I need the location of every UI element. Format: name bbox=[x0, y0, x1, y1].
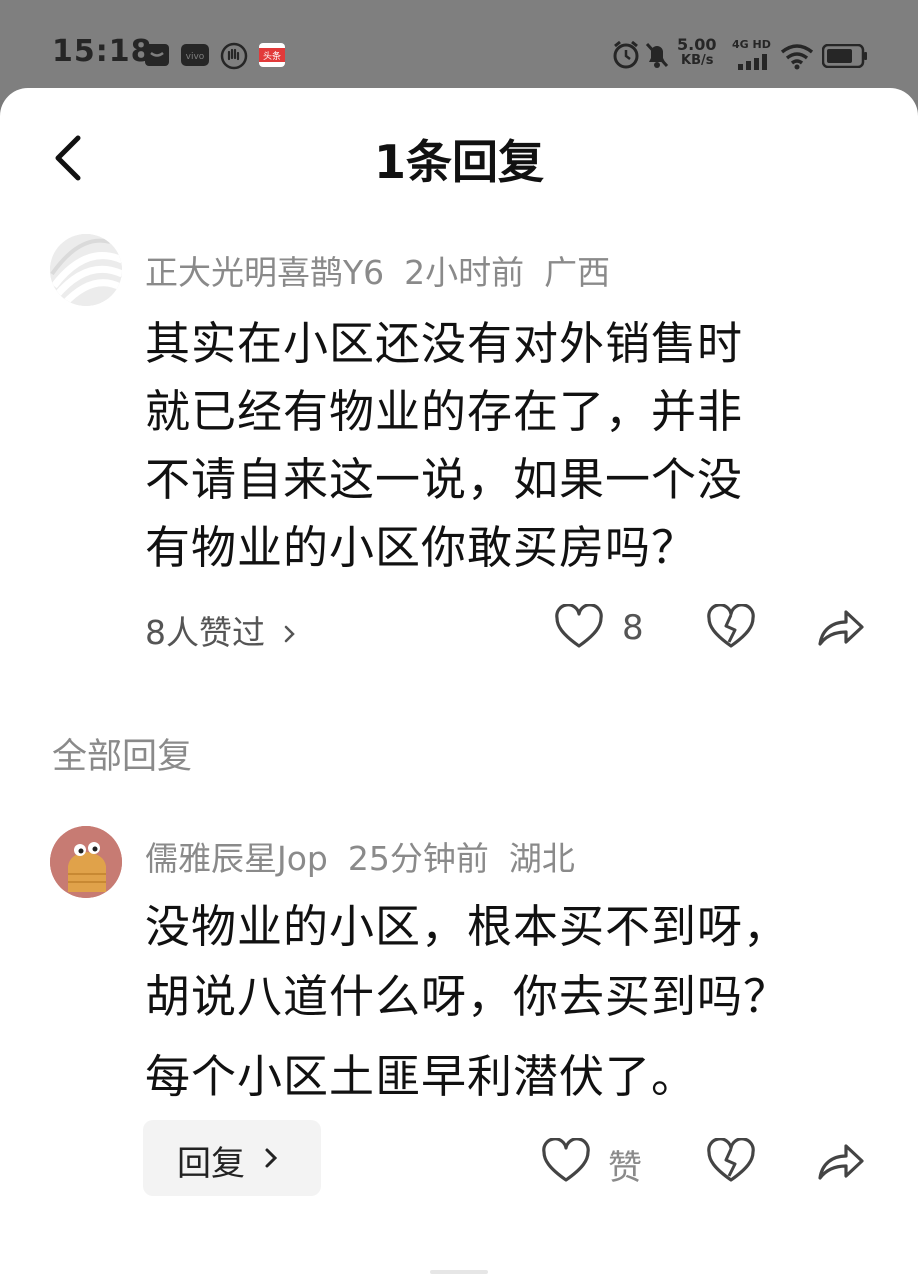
comment-location: 湖北 bbox=[508, 839, 575, 878]
share-icon[interactable] bbox=[816, 604, 866, 650]
likes-summary-label: 8人赞过 bbox=[145, 613, 265, 652]
replies-sheet: 1条回复 正大光明喜鹊Y6 2小时前 广西 其实在小区还没有对外销售时 就已经有物业… bbox=[0, 88, 918, 1277]
comment-line: 就已经有物业的存在了，并非 bbox=[145, 385, 744, 438]
status-bar: 15:18 vivo 头条 5.00 KB/s 4G HD bbox=[0, 0, 918, 100]
comment-text: 其实在小区还没有对外销售时 就已经有物业的存在了，并非 不请自来这一说，如果一个… bbox=[145, 310, 885, 582]
reply-line: 胡说八道什么呀，你去买到吗？ bbox=[145, 970, 790, 1023]
wifi-icon bbox=[780, 44, 814, 70]
like-label[interactable]: 赞 bbox=[608, 1140, 642, 1189]
net-speed-value: 5.00 bbox=[677, 35, 717, 54]
avatar[interactable] bbox=[50, 826, 122, 898]
page-title: 1条回复 bbox=[373, 135, 544, 189]
like-icon[interactable] bbox=[554, 604, 604, 650]
net-type: 4G HD bbox=[732, 38, 771, 51]
avatar[interactable] bbox=[50, 234, 122, 306]
reply-line: 每个小区土匪早利潜伏了。 bbox=[145, 1050, 698, 1103]
reply-text: 没物业的小区，根本买不到呀， 胡说八道什么呀，你去买到吗？ 每个小区土匪早利潜伏… bbox=[145, 892, 905, 1112]
section-label: 全部回复 bbox=[52, 737, 193, 777]
reply-button-label: 回复 bbox=[177, 1144, 245, 1184]
comment-time: 2小时前 bbox=[404, 253, 525, 292]
comment-meta: 正大光明喜鹊Y6 2小时前 广西 bbox=[145, 246, 630, 294]
dislike-icon[interactable] bbox=[706, 1138, 756, 1184]
like-count: 8 bbox=[622, 608, 644, 648]
chevron-right-icon bbox=[265, 1148, 278, 1168]
username[interactable]: 正大光明喜鹊Y6 bbox=[145, 253, 384, 292]
reply-button[interactable]: 回复 bbox=[143, 1120, 321, 1196]
hand-icon bbox=[220, 42, 248, 70]
comment-time: 25分钟前 bbox=[347, 839, 489, 878]
reply-line: 没物业的小区，根本买不到呀， bbox=[145, 900, 790, 953]
avatar-image bbox=[50, 826, 122, 898]
status-time: 15:18 bbox=[52, 34, 153, 69]
toutiao-app-icon: 头条 bbox=[259, 43, 285, 67]
mute-icon bbox=[645, 42, 669, 68]
net-speed: 5.00 KB/s bbox=[677, 37, 716, 69]
comment-line: 其实在小区还没有对外销售时 bbox=[145, 317, 744, 370]
net-speed-unit: KB/s bbox=[681, 53, 714, 68]
svg-text:vivo: vivo bbox=[186, 52, 205, 62]
alarm-icon bbox=[613, 40, 639, 69]
likes-summary[interactable]: 8人赞过 bbox=[145, 606, 300, 654]
comment-line: 有物业的小区你敢买房吗？ bbox=[145, 521, 698, 574]
home-indicator bbox=[430, 1270, 488, 1274]
signal-icon bbox=[738, 54, 767, 70]
comment-meta: 儒雅辰星Jop 25分钟前 湖北 bbox=[145, 832, 595, 880]
avatar-image bbox=[50, 234, 122, 306]
vivo-icon: vivo bbox=[181, 44, 209, 66]
dislike-icon[interactable] bbox=[706, 604, 756, 650]
header: 1条回复 bbox=[0, 88, 918, 228]
username[interactable]: 儒雅辰星Jop bbox=[145, 839, 328, 878]
battery-icon bbox=[822, 44, 867, 68]
like-icon[interactable] bbox=[541, 1138, 591, 1184]
chevron-right-icon bbox=[284, 625, 295, 643]
message-icon bbox=[145, 44, 169, 66]
toutiao-badge: 头条 bbox=[263, 50, 281, 62]
comment-location: 广西 bbox=[544, 253, 611, 292]
share-icon[interactable] bbox=[816, 1138, 866, 1184]
comment-line: 不请自来这一说，如果一个没 bbox=[145, 453, 744, 506]
